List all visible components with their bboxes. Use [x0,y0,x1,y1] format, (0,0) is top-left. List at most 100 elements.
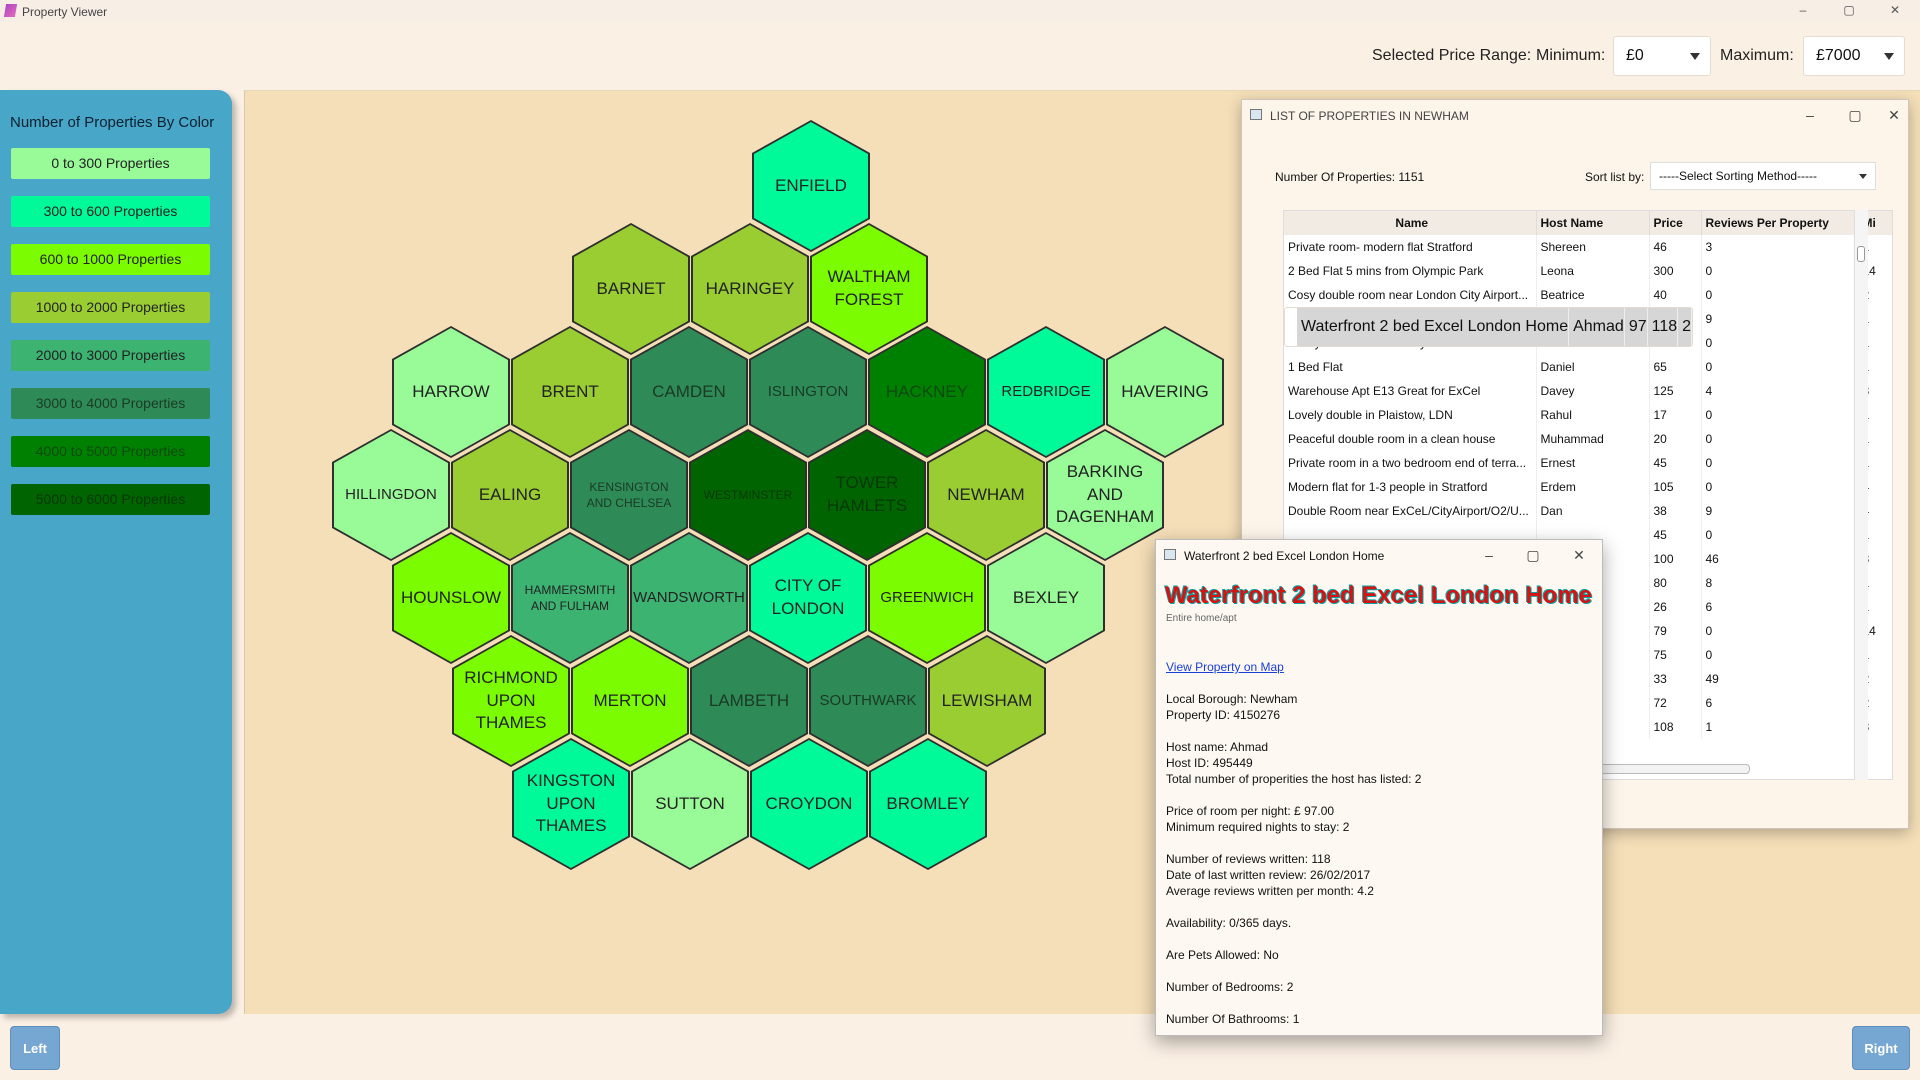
column-header[interactable]: Reviews Per Property [1701,211,1859,235]
legend-title: Number of Properties By Color [10,114,215,131]
list-close-button[interactable]: ✕ [1879,104,1909,126]
table-cell: 0 [1701,355,1859,379]
list-window-titlebar: LIST OF PROPERTIES IN NEWHAM – ▢ ✕ [1242,100,1908,130]
table-row[interactable]: Private room in a two bedroom end of ter… [1284,451,1892,475]
table-cell: Peaceful double room in a clean house [1284,427,1537,451]
maximum-label: Maximum: [1720,47,1794,64]
table-cell: 105 [1649,475,1702,499]
column-header[interactable]: Price [1649,211,1702,235]
table-row[interactable]: Private room- modern flat Stratford Shere… [1284,235,1892,259]
legend-item: 600 to 1000 Properties [11,244,210,275]
table-cell: 108 [1649,715,1702,739]
table-row[interactable]: Lovely double in Plaistow, LDNRahul1701 [1284,403,1892,427]
table-cell: 38 [1649,499,1702,523]
table-cell: 17 [1649,403,1702,427]
table-cell: Daniel [1536,355,1650,379]
legend-item: 2000 to 3000 Properties [11,340,210,371]
minimum-label: Minimum: [1536,47,1606,64]
table-cell: Private room in a two bedroom end of ter… [1284,451,1537,475]
chevron-down-icon [1859,174,1867,179]
table-cell: 46 [1701,547,1859,571]
detail-window-titlebar: Waterfront 2 bed Excel London Home – ▢ ✕ [1156,540,1602,570]
table-cell: Shereen [1536,235,1650,259]
detail-close-button[interactable]: ✕ [1564,544,1594,566]
maximum-price-value: £7000 [1816,47,1861,64]
scrollbar-thumb[interactable] [1857,246,1865,262]
table-cell: 0 [1701,619,1859,643]
view-on-map-link[interactable]: View Property on Map [1166,660,1284,674]
legend-item: 1000 to 2000 Properties [11,292,210,323]
table-cell: 0 [1701,259,1859,283]
sort-select-value: -----Select Sorting Method----- [1659,169,1818,183]
chevron-down-icon [1884,53,1894,60]
table-row[interactable]: Double Room near ExCeL/CityAirport/O2/U.… [1284,499,1892,523]
detail-maximize-button[interactable]: ▢ [1518,544,1548,566]
table-cell: Leona [1536,259,1650,283]
list-maximize-button[interactable]: ▢ [1840,104,1870,126]
table-cell: 1 Bed Flat [1284,355,1537,379]
column-header[interactable]: Host Name [1536,211,1650,235]
table-cell: 75 [1649,643,1702,667]
legend-item: 300 to 600 Properties [11,196,210,227]
right-button[interactable]: Right [1852,1026,1910,1070]
table-row[interactable]: Waterfront 2 bed Excel London Home Ahmad 9… [1284,307,1694,347]
table-cell: 2 [1677,308,1693,346]
detail-minimize-button[interactable]: – [1474,544,1504,566]
table-cell: Lovely double in Plaistow, LDN [1284,403,1537,427]
table-row[interactable]: Modern flat for 1-3 people in Stratford E… [1284,475,1892,499]
detail-line: Availability: 0/365 days. [1166,916,1292,930]
table-horizontal-scrollbar[interactable] [1590,764,1750,774]
table-cell: Warehouse Apt E13 Great for ExCel [1284,379,1537,403]
table-cell: 300 [1649,259,1702,283]
table-cell: 0 [1701,283,1859,307]
table-cell: 80 [1649,571,1702,595]
table-cell: Cosy double room near London City Airpor… [1284,283,1537,307]
table-cell: 0 [1701,475,1859,499]
chevron-down-icon [1690,53,1700,60]
detail-line: Host ID: 495449 [1166,756,1253,770]
table-vertical-scrollbar[interactable] [1854,210,1868,780]
table-cell: 45 [1649,523,1702,547]
column-header[interactable]: Name [1284,211,1537,235]
legend-item: 0 to 300 Properties [11,148,210,179]
app-logo-icon [3,4,18,17]
table-row[interactable]: 1 Bed FlatDaniel6501 [1284,355,1892,379]
sort-select[interactable]: -----Select Sorting Method----- [1650,162,1876,190]
list-minimize-button[interactable]: – [1795,104,1825,126]
table-cell: 45 [1649,451,1702,475]
property-type: Entire home/apt [1166,613,1237,624]
detail-line: Number of reviews written: 118 [1166,852,1331,866]
detail-line: Are Pets Allowed: No [1166,948,1279,962]
close-button[interactable]: ✕ [1872,0,1918,22]
table-cell: 0 [1701,331,1859,355]
table-row[interactable]: Cosy double room near London City Airpor… [1284,283,1892,307]
table-cell: Muhammad [1536,427,1650,451]
table-row[interactable]: Peaceful double room in a clean house Muh… [1284,427,1892,451]
app-titlebar: Property Viewer – ▢ ✕ [0,0,1920,22]
table-cell: 0 [1701,523,1859,547]
table-cell: Davey [1536,379,1650,403]
minimum-price-select[interactable]: £0 [1613,36,1711,76]
table-cell: 0 [1701,427,1859,451]
price-range-label: Selected Price Range: [1372,47,1532,64]
table-row[interactable]: 2 Bed Flat 5 mins from Olympic Park Leona… [1284,259,1892,283]
detail-line: Number Of Bathrooms: 1 [1166,1012,1300,1026]
table-cell: 97 [1624,308,1648,346]
left-button[interactable]: Left [10,1026,60,1070]
detail-line: Price of room per night: £ 97.00 [1166,804,1335,818]
table-cell: 65 [1649,355,1702,379]
table-cell: 3 [1701,235,1859,259]
property-count: Number Of Properties: 1151 [1275,170,1425,184]
legend-item: 4000 to 5000 Properties [11,436,210,467]
maximum-price-select[interactable]: £7000 [1803,36,1905,76]
detail-line: Number of Bedrooms: 2 [1166,980,1294,994]
detail-line: Minimum required nights to stay: 2 [1166,820,1350,834]
table-cell: Modern flat for 1-3 people in Stratford [1284,475,1537,499]
table-cell: Waterfront 2 bed Excel London Home [1297,308,1570,346]
table-cell: 72 [1649,691,1702,715]
maximize-button[interactable]: ▢ [1826,0,1872,22]
minimize-button[interactable]: – [1780,0,1826,22]
table-row[interactable]: Warehouse Apt E13 Great for ExCel Davey 12… [1284,379,1892,403]
table-cell: 1 [1701,715,1859,739]
window-icon [1250,109,1262,120]
